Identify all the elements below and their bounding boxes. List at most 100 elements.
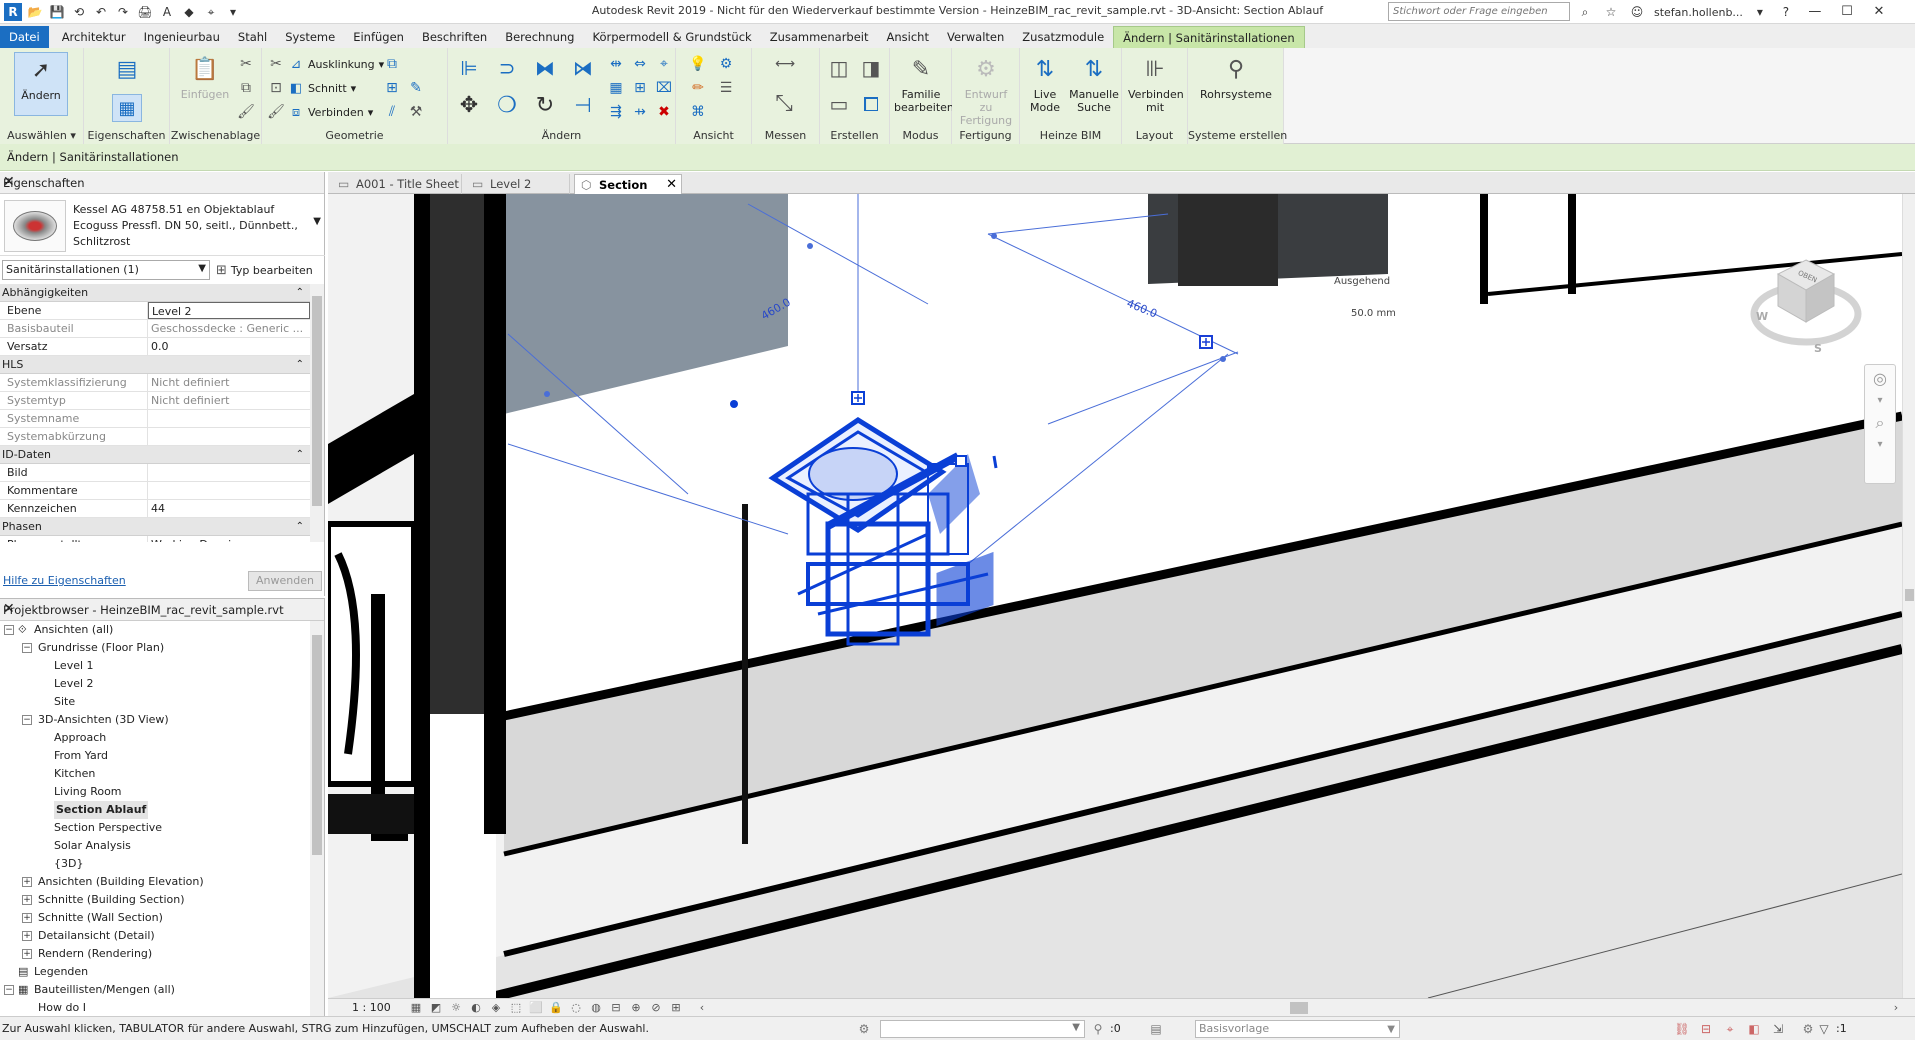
close-icon[interactable]: ✕ bbox=[666, 175, 677, 195]
wall-joins-icon[interactable]: ⧉ bbox=[382, 54, 402, 74]
detail-level-icon[interactable]: ▦ bbox=[408, 1000, 424, 1016]
sun-path-icon[interactable]: ☼ bbox=[448, 1000, 464, 1016]
reveal-constraints-icon[interactable]: ⊞ bbox=[668, 1000, 684, 1016]
collapse-icon[interactable]: − bbox=[4, 985, 14, 995]
scroll-left-icon[interactable]: ‹ bbox=[694, 1000, 710, 1016]
maximize-button[interactable]: ☐ bbox=[1835, 2, 1859, 22]
viewport-vertical-scrollbar[interactable] bbox=[1902, 194, 1915, 998]
cart-icon[interactable]: ▾ bbox=[1751, 3, 1769, 21]
binoculars-icon[interactable]: ⌕ bbox=[1576, 3, 1594, 21]
shadows-icon[interactable]: ◐ bbox=[468, 1000, 484, 1016]
modify-button[interactable]: ➚ Ändern bbox=[14, 52, 68, 116]
apply-button[interactable]: Anwenden bbox=[248, 571, 322, 591]
piping-systems-button[interactable]: ⚲ Rohrsysteme bbox=[1196, 52, 1276, 116]
expand-icon[interactable]: + bbox=[22, 913, 32, 923]
design-options-icon[interactable]: ▤ bbox=[1148, 1021, 1164, 1037]
scrollbar-thumb[interactable] bbox=[312, 635, 322, 855]
close-icon[interactable]: ✕ bbox=[3, 601, 318, 617]
view-scale[interactable]: 1 : 100 bbox=[352, 1001, 391, 1014]
property-group-header[interactable]: HLS ⌃ bbox=[0, 356, 310, 374]
star-icon[interactable]: ☆ bbox=[1602, 3, 1620, 21]
properties-scrollbar[interactable] bbox=[310, 284, 324, 542]
temp-view-props-icon[interactable]: ⊟ bbox=[608, 1000, 624, 1016]
zoom-region-icon[interactable]: ⌕ bbox=[1865, 409, 1895, 437]
view-override-icon[interactable]: ⚙ bbox=[716, 54, 736, 74]
chevron-down-icon[interactable]: ▾ bbox=[224, 3, 242, 21]
expand-icon[interactable]: + bbox=[22, 895, 32, 905]
browser-node[interactable]: Solar Analysis bbox=[0, 837, 311, 855]
ribbon-tab-5[interactable]: Einfügen bbox=[344, 26, 413, 48]
property-value[interactable] bbox=[148, 464, 310, 481]
browser-node[interactable]: + Rendern (Rendering) bbox=[0, 945, 311, 963]
delete-icon[interactable]: ✖ bbox=[654, 102, 674, 122]
design-option-select[interactable]: Basisvorlage ▼ bbox=[1195, 1020, 1400, 1038]
select-underlay-icon[interactable]: ⊟ bbox=[1698, 1021, 1714, 1037]
rotate-icon[interactable]: ↻ bbox=[530, 90, 560, 120]
ribbon-tab-6[interactable]: Beschriften bbox=[413, 26, 496, 48]
manual-search-button[interactable]: ⇅ Manuelle Suche bbox=[1068, 52, 1120, 116]
collapse-icon[interactable]: − bbox=[4, 625, 14, 635]
create-similar-icon[interactable]: ⧠ bbox=[856, 90, 886, 118]
mirror-axis-icon[interactable]: ⧓ bbox=[530, 54, 560, 82]
paint-icon[interactable]: 🖌 bbox=[266, 102, 286, 122]
select-links-icon[interactable]: ⛓ bbox=[1674, 1021, 1690, 1037]
scale-icon[interactable]: ⊞ bbox=[630, 78, 650, 98]
property-group-header[interactable]: Abhängigkeiten ⌃ bbox=[0, 284, 310, 302]
model-view[interactable]: 460.0 460.0 Ausgehend 50.0 mm bbox=[328, 194, 1902, 998]
ribbon-tab-8[interactable]: Körpermodell & Grundstück bbox=[583, 26, 760, 48]
lock-view-icon[interactable]: 🔒 bbox=[548, 1000, 564, 1016]
ribbon-tab-7[interactable]: Berechnung bbox=[496, 26, 583, 48]
browser-node[interactable]: {3D} bbox=[0, 855, 311, 873]
hammer-icon[interactable]: ⚒ bbox=[406, 102, 426, 122]
create-parts-icon[interactable]: ◨ bbox=[856, 54, 886, 82]
browser-node[interactable]: − ▦ Bauteillisten/Mengen (all) bbox=[0, 981, 311, 999]
collapse-icon[interactable]: − bbox=[22, 643, 32, 653]
match-properties-icon[interactable]: 🖌 bbox=[236, 102, 256, 122]
crop-view-icon[interactable]: ⬚ bbox=[508, 1000, 524, 1016]
live-mode-button[interactable]: ⇅ Live Mode bbox=[1022, 52, 1068, 116]
copy-element-icon[interactable]: ❍ bbox=[492, 90, 522, 120]
minimize-button[interactable]: — bbox=[1803, 2, 1827, 22]
ribbon-tab-13[interactable]: Ändern | Sanitärinstallationen bbox=[1113, 26, 1305, 48]
create-group-icon[interactable]: ◫ bbox=[824, 54, 854, 82]
linework-icon[interactable]: ⌘ bbox=[688, 102, 708, 122]
worksets-icon[interactable]: ⚙ bbox=[856, 1021, 872, 1037]
property-value[interactable]: Working Drawings bbox=[148, 536, 310, 542]
editing-requests-icon[interactable]: ⚲ bbox=[1090, 1021, 1106, 1037]
chevron-down-icon[interactable]: ▾ bbox=[1865, 393, 1895, 409]
line-weight-icon[interactable]: ☰ bbox=[716, 78, 736, 98]
chevron-down-icon[interactable]: ▾ bbox=[1865, 437, 1895, 453]
view-tab[interactable]: ⬡Section Ablauf✕ bbox=[574, 174, 682, 212]
filter-icon[interactable]: ▽ bbox=[1816, 1021, 1832, 1037]
collapse-icon[interactable]: ⌃ bbox=[296, 518, 304, 536]
demolish-icon[interactable]: ⊞ bbox=[382, 78, 402, 98]
property-group-header[interactable]: Phasen ⌃ bbox=[0, 518, 310, 536]
browser-node[interactable]: Site bbox=[0, 693, 311, 711]
paint-face-icon[interactable]: ✎ bbox=[406, 78, 426, 98]
trim-single-icon[interactable]: ⇸ bbox=[630, 102, 650, 122]
edit-type-button[interactable]: ⊞ Typ bearbeiten bbox=[216, 260, 322, 280]
revit-logo-icon[interactable]: R bbox=[4, 3, 22, 21]
unpin-icon[interactable]: ⌧ bbox=[654, 78, 674, 98]
collapse-icon[interactable]: ⌃ bbox=[296, 284, 304, 302]
browser-node[interactable]: Approach bbox=[0, 729, 311, 747]
select-pinned-icon[interactable]: ⌖ bbox=[1722, 1021, 1738, 1037]
show-crop-icon[interactable]: ⬜ bbox=[528, 1000, 544, 1016]
properties-help-link[interactable]: Hilfe zu Eigenschaften bbox=[3, 574, 126, 587]
property-value[interactable]: Level 2 bbox=[148, 302, 310, 319]
browser-node[interactable]: Level 1 bbox=[0, 657, 311, 675]
array-icon[interactable]: ▦ bbox=[606, 78, 626, 98]
property-value[interactable]: 44 bbox=[148, 500, 310, 517]
property-value[interactable]: 0.0 bbox=[148, 338, 310, 355]
chevron-down-icon[interactable]: ▼ bbox=[313, 216, 321, 227]
ribbon-tab-3[interactable]: Stahl bbox=[229, 26, 276, 48]
join-button[interactable]: ⧈ Verbinden ▾ bbox=[288, 102, 373, 122]
paste-button[interactable]: 📋 Einfügen bbox=[178, 52, 232, 116]
render-icon[interactable]: ◈ bbox=[488, 1000, 504, 1016]
ribbon-tab-4[interactable]: Systeme bbox=[276, 26, 344, 48]
drawing-area-3d[interactable]: 460.0 460.0 Ausgehend 50.0 mm OBEN W S ◎… bbox=[328, 194, 1902, 998]
background-processes-icon[interactable]: ⚙ bbox=[1800, 1021, 1816, 1037]
split-face-icon[interactable]: ⊡ bbox=[266, 78, 286, 98]
property-group-header[interactable]: ID-Daten ⌃ bbox=[0, 446, 310, 464]
copy-icon[interactable]: ⧉ bbox=[236, 78, 256, 98]
